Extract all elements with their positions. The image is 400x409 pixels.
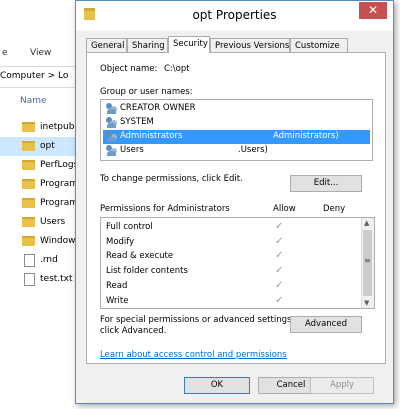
allow-check-icon: ✓ xyxy=(275,250,284,262)
object-name-label: Object name: xyxy=(100,64,158,74)
allow-check-icon: ✓ xyxy=(275,235,284,247)
object-name-value: C:\opt xyxy=(164,64,190,74)
list-item-label: PerfLogs xyxy=(40,160,79,170)
permissions-scrollbar[interactable]: ▲ ≡ ▼ xyxy=(361,218,374,308)
permission-name: Write xyxy=(106,295,129,306)
list-item[interactable]: Program xyxy=(0,194,80,213)
list-item-label: Program xyxy=(40,198,78,208)
ribbon-tab-share[interactable]: e xyxy=(2,48,8,58)
file-list: inetpub opt PerfLogs Program Program Users Win… xyxy=(0,118,80,289)
permission-row: Read ✓ xyxy=(106,280,356,294)
permission-name: List folder contents xyxy=(106,266,188,277)
permission-row: Write ✓ xyxy=(106,295,356,309)
column-header-name[interactable]: Name xyxy=(20,96,47,106)
apply-button[interactable]: Apply xyxy=(310,377,374,394)
list-item[interactable]: .rnd xyxy=(0,251,80,270)
list-item[interactable]: opt xyxy=(0,137,80,156)
special-permissions-text-2: click Advanced. xyxy=(100,326,167,336)
list-item-label: inetpub xyxy=(40,122,75,132)
list-item-label: Users xyxy=(40,217,66,227)
folder-icon xyxy=(22,217,35,227)
user-principal: Administrators) xyxy=(273,131,339,141)
tab-customize[interactable]: Customize xyxy=(290,38,348,52)
list-item[interactable]: Users xyxy=(0,213,80,232)
permissions-header: Permissions for Administrators xyxy=(100,204,230,214)
permission-name: Full control xyxy=(106,222,153,232)
folder-icon xyxy=(22,236,35,246)
user-name: Administrators xyxy=(120,131,183,141)
folder-icon xyxy=(22,160,35,170)
user-row[interactable]: CREATOR OWNER xyxy=(103,102,370,116)
user-row[interactable]: SYSTEM xyxy=(103,116,370,130)
allow-check-icon: ✓ xyxy=(275,294,284,306)
tab-sharing[interactable]: Sharing xyxy=(127,38,168,52)
list-item[interactable]: PerfLogs xyxy=(0,156,80,175)
tab-previous-versions[interactable]: Previous Versions xyxy=(210,38,290,52)
tab-general[interactable]: General xyxy=(86,38,127,52)
user-principal: .Users) xyxy=(238,145,268,155)
user-group-icon xyxy=(106,131,118,142)
properties-dialog: opt Properties ✕ General Sharing Securit… xyxy=(75,0,394,404)
dialog-title: opt Properties xyxy=(192,8,277,22)
close-button[interactable]: ✕ xyxy=(359,2,387,19)
tab-strip: General Sharing Security Previous Versio… xyxy=(86,36,386,53)
scroll-up-icon[interactable]: ▲ xyxy=(364,219,369,227)
permission-row: Read & execute ✓ xyxy=(106,250,356,264)
permission-name: Read & execute xyxy=(106,251,174,262)
list-item-label: test.txt xyxy=(40,274,73,284)
permission-name: Read xyxy=(106,280,128,291)
file-icon xyxy=(24,254,35,267)
list-item-label: opt xyxy=(40,141,55,151)
help-link[interactable]: Learn about access control and permissio… xyxy=(100,350,287,360)
change-permissions-text: To change permissions, click Edit. xyxy=(100,174,243,184)
list-item-label: .rnd xyxy=(40,255,58,265)
ribbon-tab-view[interactable]: View xyxy=(30,48,51,58)
list-item-label: Window xyxy=(40,236,76,246)
deny-header: Deny xyxy=(323,204,346,214)
folder-icon xyxy=(22,141,35,151)
special-permissions-text-1: For special permissions or advanced sett… xyxy=(100,315,295,325)
folder-icon xyxy=(22,122,35,132)
allow-check-icon: ✓ xyxy=(275,221,284,232)
user-name: CREATOR OWNER xyxy=(120,103,196,113)
advanced-button[interactable]: Advanced xyxy=(290,316,362,333)
user-row[interactable]: Administrators Administrators) xyxy=(103,130,370,144)
allow-check-icon: ✓ xyxy=(275,279,284,291)
permission-row: List folder contents ✓ xyxy=(106,265,356,279)
scroll-grip-icon: ≡ xyxy=(364,256,371,265)
allow-check-icon: ✓ xyxy=(275,265,284,277)
title-bar[interactable]: opt Properties ✕ xyxy=(76,1,393,31)
user-group-icon xyxy=(106,103,118,114)
user-name: Users xyxy=(120,145,144,155)
permission-row: Full control ✓ xyxy=(106,221,356,235)
scroll-down-icon[interactable]: ▼ xyxy=(364,299,369,307)
allow-header: Allow xyxy=(273,204,296,214)
permissions-list: Full control ✓ Modify ✓ Read & execute ✓ List … xyxy=(100,217,375,309)
list-item[interactable]: inetpub xyxy=(0,118,80,137)
user-group-icon xyxy=(106,145,118,156)
group-user-list[interactable]: CREATOR OWNER SYSTEM Administrators Adminis… xyxy=(100,99,373,161)
list-item[interactable]: test.txt xyxy=(0,270,80,289)
file-icon xyxy=(24,273,35,286)
address-bar[interactable]: Computer > Lo xyxy=(0,66,83,88)
tab-security[interactable]: Security xyxy=(168,36,210,53)
permission-row: Modify ✓ xyxy=(106,236,356,250)
user-name: SYSTEM xyxy=(120,117,154,127)
permission-name: Modify xyxy=(106,236,135,247)
list-item[interactable]: Window xyxy=(0,232,80,251)
ok-button[interactable]: OK xyxy=(184,377,250,394)
list-item-label: Program xyxy=(40,179,78,189)
edit-button[interactable]: Edit... xyxy=(290,175,362,192)
folder-icon xyxy=(22,179,35,189)
user-row[interactable]: Users .Users) xyxy=(103,144,370,158)
user-group-icon xyxy=(106,117,118,128)
group-names-label: Group or user names: xyxy=(100,87,193,97)
security-panel: Object name: C:\opt Group or user names:… xyxy=(86,52,386,364)
address-text: Computer > Lo xyxy=(0,71,69,81)
list-item[interactable]: Program xyxy=(0,175,80,194)
folder-icon xyxy=(22,198,35,208)
